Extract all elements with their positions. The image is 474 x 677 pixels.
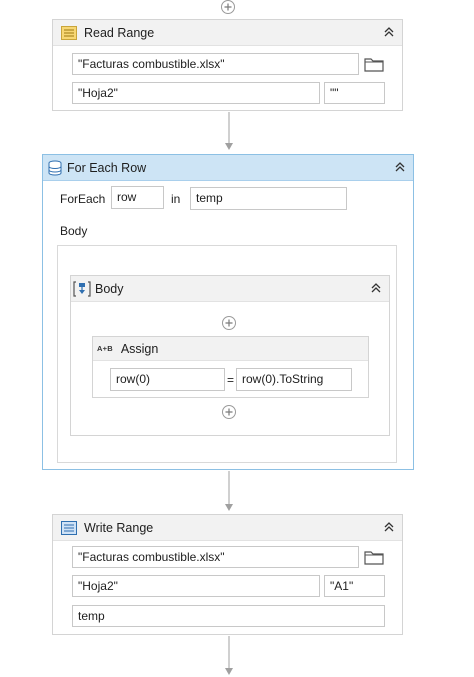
connector-arrow [225,636,233,675]
for-each-row-header[interactable]: For Each Row [43,155,413,181]
assign-activity[interactable]: A+B Assign row(0) = row(0).ToString [92,336,369,398]
assign-title: Assign [120,341,159,356]
item-variable-field[interactable]: row [111,186,164,209]
starting-cell-field[interactable]: "A1" [324,575,385,597]
workbook-path-field[interactable]: "Facturas combustible.xlsx" [72,546,359,568]
foreach-label: ForEach [60,192,106,206]
excel-read-range-icon [60,25,78,41]
read-range-header[interactable]: Read Range [53,20,402,46]
body-sequence-header[interactable]: Body [71,276,389,302]
connector-arrow [225,112,233,150]
read-range-activity[interactable]: Read Range "Facturas combustible.xlsx" "… [52,19,403,111]
body-sequence-title: Body [95,281,124,296]
chevron-double-up-icon[interactable] [382,520,396,534]
datatable-field[interactable]: temp [190,187,347,210]
assign-equals: = [227,373,235,387]
range-field[interactable]: "" [324,82,385,104]
body-sequence-activity[interactable]: Body A+B Assign row(0) = row(0).ToString [70,275,390,436]
in-label: in [171,192,181,206]
workbook-path-field[interactable]: "Facturas combustible.xlsx" [72,53,359,75]
write-range-header[interactable]: Write Range [53,515,402,541]
for-each-row-activity[interactable]: For Each Row ForEach row in temp Body Bo… [42,154,414,470]
connector-arrow [225,471,233,511]
sheet-name-field[interactable]: "Hoja2" [72,82,320,104]
read-range-title: Read Range [84,25,155,40]
body-label: Body [60,224,88,238]
sheet-name-field[interactable]: "Hoja2" [72,575,320,597]
add-activity-icon[interactable] [221,404,237,420]
folder-icon[interactable] [363,54,385,74]
add-activity-icon[interactable] [221,315,237,331]
body-drop-area: Body A+B Assign row(0) = row(0).ToString [57,245,397,463]
assign-to-field[interactable]: row(0) [110,368,225,391]
sequence-icon [73,280,91,297]
excel-write-range-icon [60,520,78,536]
write-range-title: Write Range [84,520,154,535]
folder-icon[interactable] [363,547,385,567]
chevron-double-up-icon[interactable] [369,281,383,295]
chevron-double-up-icon[interactable] [382,25,396,39]
assign-header[interactable]: A+B Assign [93,337,368,361]
write-range-activity[interactable]: Write Range "Facturas combustible.xlsx" … [52,514,403,635]
assign-icon: A+B [97,344,113,353]
datatable-field[interactable]: temp [72,605,385,627]
database-rows-icon [46,160,64,176]
assign-value-field[interactable]: row(0).ToString [236,368,352,391]
add-activity-icon[interactable] [220,0,236,15]
for-each-row-title: For Each Row [67,160,147,175]
chevron-double-up-icon[interactable] [393,160,407,174]
